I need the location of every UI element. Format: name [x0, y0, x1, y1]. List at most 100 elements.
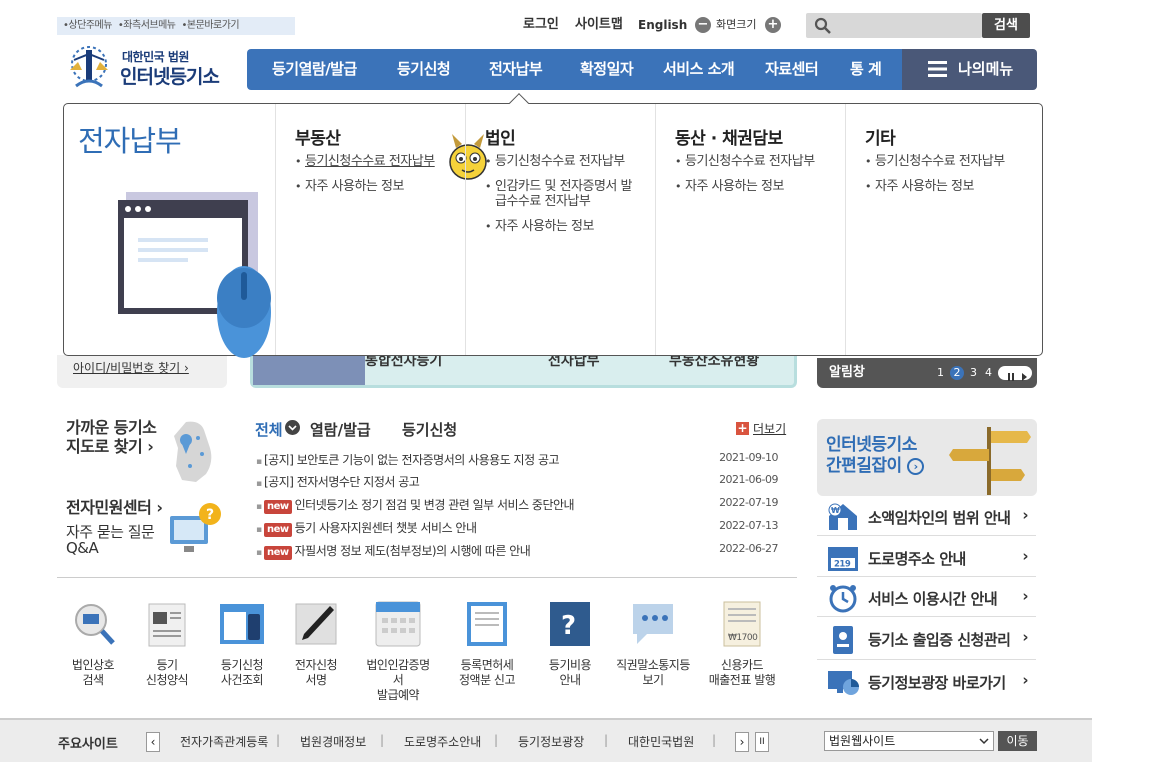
footer-site-link[interactable]: 전자가족관계등록 — [180, 733, 268, 750]
receipt-icon — [467, 602, 507, 646]
alarm-pause-next-control[interactable] — [998, 366, 1032, 381]
tab-view-issue[interactable]: 열람/발급 — [310, 419, 371, 440]
skip-link-main-menu[interactable]: •상단주메뉴 — [63, 20, 112, 31]
menu-link[interactable]: 자주 사용하는 정보 — [295, 179, 465, 194]
more-link[interactable]: 더보기 — [753, 420, 786, 437]
notice-row[interactable]: ▪ new 자필서명 정보 제도(첨부정보)의 시행에 따른 안내 2022-06… — [256, 542, 786, 564]
quick-card-receipt[interactable]: ₩1700 신용카드 매출전표 발행 — [701, 600, 783, 688]
e-civil-center-link[interactable]: 전자민원센터 › — [66, 498, 163, 517]
menu-link[interactable]: 등기신청수수료 전자납부 — [865, 154, 1035, 169]
notice-row[interactable]: ▪ new 인터넷등기소 정기 점검 및 변경 관련 일부 서비스 중단안내 20… — [256, 496, 786, 518]
notice-row[interactable]: ▪ [공지] 전자서명수단 지정서 공고 2021-06-09 — [256, 473, 786, 495]
nav-item-statistics[interactable]: 통 계 — [850, 49, 882, 90]
quick-label: 안내 — [559, 673, 581, 687]
zoom-out-button[interactable]: − — [695, 17, 711, 33]
quick-label: 전자신청 — [294, 658, 338, 672]
menu-link[interactable]: 등기신청수수료 전자납부 — [675, 154, 845, 169]
footer-site-link[interactable]: 법원경매정보 — [300, 733, 366, 750]
pen-icon — [295, 603, 337, 645]
login-link[interactable]: 로그인 — [523, 16, 559, 34]
quick-registry-form[interactable]: 등기 신청양식 — [132, 600, 202, 688]
find-account-link[interactable]: 아이디/비밀번호 찾기 › — [57, 355, 227, 388]
dropdown-col-etc: 기타 등기신청수수료 전자납부 자주 사용하는 정보 — [845, 104, 1042, 355]
chevron-down-icon — [285, 420, 300, 435]
quick-label: 보기 — [642, 673, 664, 687]
alarm-page-1[interactable]: 1 — [937, 358, 944, 388]
english-link[interactable]: English — [638, 16, 687, 34]
logo-title: 인터넷등기소 — [120, 66, 220, 88]
notice-date: 2021-06-09 — [719, 473, 778, 486]
nav-item-data-center[interactable]: 자료센터 — [765, 49, 819, 90]
alarm-page-3[interactable]: 3 — [970, 358, 977, 388]
nav-item-e-payment[interactable]: 전자납부 — [489, 49, 543, 90]
quick-label: 신청양식 — [145, 673, 189, 687]
footer-divider: | — [276, 733, 281, 747]
quick-license-tax[interactable]: 등록면허세 정액분 신고 — [452, 600, 522, 688]
notice-row[interactable]: ▪ [공지] 보안토큰 기능이 없는 전자증명서의 사용용도 지정 공고 202… — [256, 451, 786, 473]
related-sites-select[interactable]: 법원웹사이트 — [824, 731, 994, 751]
tab-all[interactable]: 전체 — [255, 419, 283, 440]
nav-item-service-intro[interactable]: 서비스 소개 — [663, 49, 735, 90]
guide-banner[interactable]: 인터넷등기소 간편길잡이 › — [817, 419, 1037, 496]
calendar-icon — [375, 601, 421, 647]
menu-link[interactable]: 등기신청수수료 전자납부 — [295, 154, 465, 169]
quick-label: 발급예약 — [376, 688, 420, 702]
footer-divider: | — [712, 733, 717, 747]
chevron-right-icon: › — [1022, 671, 1028, 689]
quick-cancellation-notice[interactable]: 직권말소통지등 보기 — [616, 600, 690, 688]
footer-divider: | — [380, 733, 385, 747]
quick-e-signature[interactable]: 전자신청 서명 — [281, 600, 351, 688]
footer-site-link[interactable]: 도로명주소안내 — [404, 733, 481, 750]
skip-link-content[interactable]: •본문바로가기 — [182, 20, 240, 31]
quick-label: 등록면허세 — [460, 658, 514, 672]
zoom-in-button[interactable]: + — [765, 17, 781, 33]
link-registry-info-plaza[interactable]: 등기정보광장 바로가기 › — [817, 661, 1036, 701]
korea-map-icon — [174, 421, 212, 482]
alarm-page-2[interactable]: 2 — [950, 366, 964, 380]
nav-item-fixed-date[interactable]: 확정일자 — [580, 49, 634, 90]
faq-line1: 자주 묻는 질문 — [66, 523, 155, 541]
notice-row[interactable]: ▪ new 등기 사용자지원센터 챗봇 서비스 안내 2022-07-13 — [256, 519, 786, 541]
menu-link[interactable]: 자주 사용하는 정보 — [675, 179, 845, 194]
go-button[interactable]: 이동 — [998, 731, 1037, 751]
link-small-tenant-range[interactable]: ₩ 소액임차인의 범위 안내 › — [817, 496, 1036, 536]
alarm-page-4[interactable]: 4 — [985, 358, 992, 388]
quick-case-lookup[interactable]: 등기신청 사건조회 — [207, 600, 277, 688]
sitemap-link[interactable]: 사이트맵 — [575, 16, 623, 34]
dropdown-title: 전자납부 — [78, 124, 182, 158]
site-logo[interactable]: 대한민국 법원 인터넷등기소 — [64, 42, 239, 90]
skip-link-left-submenu[interactable]: •좌측서브메뉴 — [118, 20, 176, 31]
link-label: 서비스 이용시간 안내 — [868, 590, 998, 608]
footer-prev-button[interactable]: ‹ — [146, 732, 160, 752]
nav-item-registry-apply[interactable]: 등기신청 — [397, 49, 451, 90]
search-input[interactable] — [806, 13, 982, 38]
link-access-pass[interactable]: 등기소 출입증 신청관리 › — [817, 618, 1036, 660]
footer-site-link[interactable]: 등기정보광장 — [518, 733, 584, 750]
card-receipt-icon: ₩1700 — [723, 601, 761, 647]
new-badge: new — [263, 546, 292, 560]
my-menu-button[interactable]: 나의메뉴 — [902, 49, 1037, 90]
menu-link[interactable]: 자주 사용하는 정보 — [485, 219, 655, 234]
tab-registry-apply[interactable]: 등기신청 — [402, 419, 457, 440]
footer-pause-button[interactable]: II — [755, 732, 769, 752]
quick-registry-cost[interactable]: ? 등기비용 안내 — [535, 600, 605, 688]
magnifier-icon — [75, 604, 115, 645]
link-road-address[interactable]: 219 도로명주소 안내 › — [817, 537, 1036, 577]
search-button[interactable]: 검색 — [982, 13, 1030, 38]
menu-link[interactable]: 인감카드 및 전자증명서 발급수수료 전자납부 — [485, 179, 635, 209]
menu-link[interactable]: 등기신청수수료 전자납부 — [485, 154, 655, 169]
signpost-icon — [949, 427, 1031, 495]
link-service-hours[interactable]: 서비스 이용시간 안내 › — [817, 577, 1036, 617]
notice-title: 인터넷등기소 정기 점검 및 변경 관련 일부 서비스 중단안내 — [294, 498, 575, 512]
nav-item-registry-view[interactable]: 등기열람/발급 — [272, 49, 357, 90]
help-monitor-icon: ? — [170, 503, 221, 552]
chart-monitor-icon — [828, 671, 859, 695]
footer-site-link[interactable]: 대한민국법원 — [628, 733, 694, 750]
footer-next-button[interactable]: › — [735, 732, 749, 752]
computer-mouse-illustration-icon — [118, 192, 271, 358]
menu-link[interactable]: 자주 사용하는 정보 — [865, 179, 1035, 194]
faq-link[interactable]: 자주 묻는 질문 Q&A — [66, 523, 155, 556]
quick-seal-cert-reserve[interactable]: 법인인감증명서 발급예약 — [362, 600, 434, 703]
quick-corp-name-search[interactable]: 법인상호 검색 — [58, 600, 128, 688]
map-finder-link[interactable]: 가까운 등기소 지도로 찾기 › — [66, 418, 157, 456]
